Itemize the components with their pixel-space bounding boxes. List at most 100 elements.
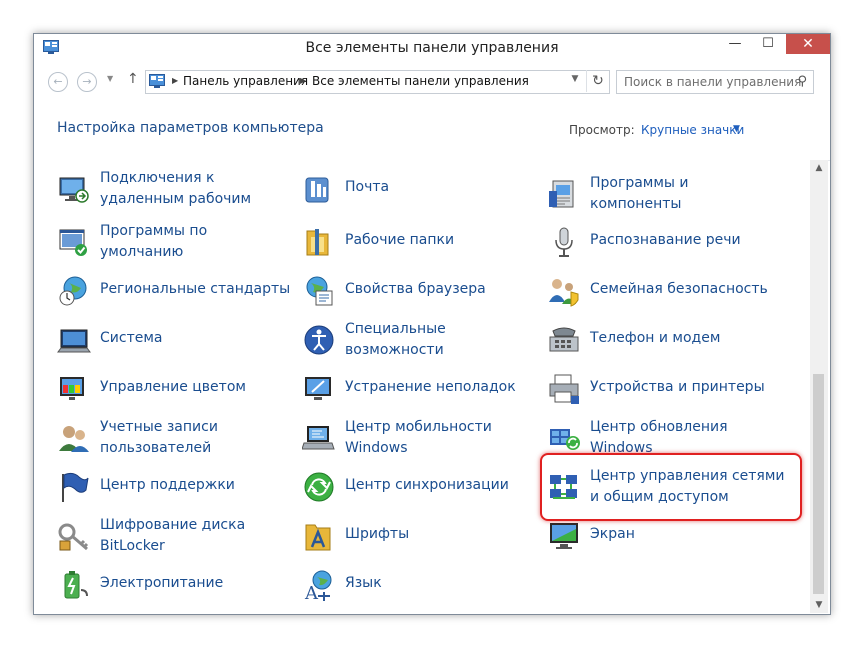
item-label: Система [100, 330, 163, 346]
view-label: Просмотр: [569, 123, 635, 137]
item-user-accounts[interactable]: Учетные записи пользователей [57, 417, 287, 463]
item-label: Язык [345, 575, 382, 591]
item-sync-center[interactable]: Центр синхронизации [302, 466, 542, 512]
item-label: Управление цветом [100, 379, 246, 395]
power-options-icon [64, 571, 88, 599]
maximize-button[interactable]: ☐ [755, 34, 781, 54]
item-system[interactable]: Система [57, 319, 287, 365]
printer-icon [549, 374, 579, 404]
item-label: Центр синхронизации [345, 477, 509, 493]
item-label: Семейная безопасность [590, 281, 768, 297]
back-button[interactable]: ← [48, 72, 68, 92]
work-folders-icon [306, 229, 329, 256]
windows-update-icon [550, 429, 580, 450]
navigation-bar: ← → ▼ ↑ ▶ Панель управления ▶ Все элемен… [34, 62, 830, 100]
view-mode-dropdown[interactable]: Крупные значки [641, 123, 744, 137]
breadcrumb-control-panel[interactable]: Панель управления [183, 74, 308, 88]
item-bitlocker[interactable]: Шифрование диска BitLocker [57, 515, 287, 561]
search-placeholder: Поиск в панели управления [624, 75, 802, 89]
item-label: Телефон и модем [590, 330, 721, 346]
item-label: Свойства браузера [345, 281, 486, 297]
item-power-options[interactable]: Электропитание [57, 564, 287, 610]
system-icon [57, 329, 91, 353]
item-display[interactable]: Экран [547, 515, 787, 561]
fonts-icon [305, 524, 331, 551]
item-work-folders[interactable]: Рабочие папки [302, 221, 532, 267]
item-phone-modem[interactable]: Телефон и модем [547, 319, 787, 365]
breadcrumb-separator-icon[interactable]: ▶ [172, 76, 178, 85]
address-dropdown-icon[interactable]: ▼ [566, 74, 584, 84]
item-regional-settings[interactable]: Региональные стандарты [57, 270, 297, 316]
chevron-down-icon[interactable]: ▼ [733, 124, 740, 134]
control-panel-window: Все элементы панели управления — ☐ ✕ ← →… [33, 33, 831, 615]
item-color-management[interactable]: Управление цветом [57, 368, 287, 414]
item-label: Шифрование диска BitLocker [100, 517, 246, 554]
breadcrumb-separator-icon[interactable]: ▶ [300, 76, 306, 85]
item-label: Центр поддержки [100, 477, 235, 493]
item-devices-printers[interactable]: Устройства и принтеры [547, 368, 797, 414]
item-label: Специальные возможности [345, 321, 446, 358]
scroll-thumb[interactable] [813, 374, 824, 594]
selection-highlight-frame [540, 453, 802, 521]
breadcrumb-all-items[interactable]: Все элементы панели управления [312, 74, 529, 88]
item-label: Экран [590, 526, 635, 542]
refresh-button[interactable]: ↻ [586, 70, 609, 92]
item-label: Устранение неполадок [345, 379, 516, 395]
item-remote-desktop[interactable]: Подключения к удаленным рабочим [57, 168, 287, 214]
language-icon: A [304, 570, 332, 602]
item-label: Региональные стандарты [100, 281, 291, 297]
color-management-icon [60, 377, 84, 400]
item-programs-features[interactable]: Программы и компоненты [547, 173, 787, 219]
forward-button[interactable]: → [77, 72, 97, 92]
control-panel-small-icon [149, 74, 165, 88]
region-clock-icon [59, 276, 87, 306]
up-button[interactable]: ↑ [127, 71, 139, 87]
microphone-icon [555, 227, 573, 257]
item-speech-recognition[interactable]: Распознавание речи [547, 221, 787, 267]
item-fonts[interactable]: Шрифты [302, 515, 532, 561]
close-button[interactable]: ✕ [786, 34, 830, 54]
scroll-up-arrow-icon[interactable]: ▲ [810, 160, 828, 176]
troubleshooting-icon [305, 377, 331, 400]
item-label: Почта [345, 179, 390, 195]
svg-text:A: A [304, 583, 319, 602]
content-header: Настройка параметров компьютера Просмотр… [34, 100, 830, 161]
title-bar[interactable]: Все элементы панели управления — ☐ ✕ [34, 34, 830, 62]
item-label: Шрифты [345, 526, 410, 542]
control-panel-items: Подключения к удаленным рабочим Программ… [34, 160, 810, 613]
item-windows-update[interactable]: Центр обновления Windows [547, 417, 787, 457]
ease-of-access-icon [304, 325, 334, 355]
item-mail[interactable]: Почта [302, 168, 532, 214]
item-default-programs[interactable]: Программы по умолчанию [57, 221, 287, 267]
default-programs-icon [59, 229, 87, 256]
item-internet-options[interactable]: Свойства браузера [302, 270, 532, 316]
search-icon[interactable]: ⚲ [797, 74, 807, 89]
item-family-safety[interactable]: Семейная безопасность [547, 270, 797, 316]
minimize-button[interactable]: — [722, 34, 748, 54]
recent-locations-dropdown[interactable]: ▼ [107, 74, 113, 83]
search-input[interactable]: Поиск в панели управления ⚲ [616, 70, 814, 94]
phone-modem-icon [549, 327, 579, 352]
item-label: Программы по умолчанию [100, 223, 208, 260]
mobility-center-icon [302, 426, 335, 450]
vertical-scrollbar[interactable]: ▲ ▼ [810, 160, 828, 613]
remote-desktop-icon [59, 177, 89, 203]
item-action-center[interactable]: Центр поддержки [57, 466, 287, 512]
scroll-down-arrow-icon[interactable]: ▼ [810, 597, 828, 613]
address-bar[interactable]: ▶ Панель управления ▶ Все элементы панел… [145, 70, 610, 94]
bitlocker-key-icon [58, 523, 89, 551]
item-label: Подключения к удаленным рабочим [100, 170, 252, 207]
item-label: Программы и компоненты [590, 175, 689, 212]
internet-options-icon [306, 276, 333, 306]
display-icon [550, 523, 578, 549]
family-safety-icon [549, 279, 579, 307]
user-accounts-icon [59, 426, 89, 452]
item-troubleshooting[interactable]: Устранение неполадок [302, 368, 532, 414]
programs-icon [549, 180, 574, 208]
item-mobility-center[interactable]: Центр мобильности Windows [302, 417, 532, 463]
item-label: Учетные записи пользователей [100, 419, 218, 456]
mail-icon [305, 177, 329, 203]
item-language[interactable]: A Язык [302, 564, 532, 610]
item-ease-of-access[interactable]: Специальные возможности [302, 319, 532, 365]
item-label: Центр мобильности Windows [345, 419, 492, 456]
